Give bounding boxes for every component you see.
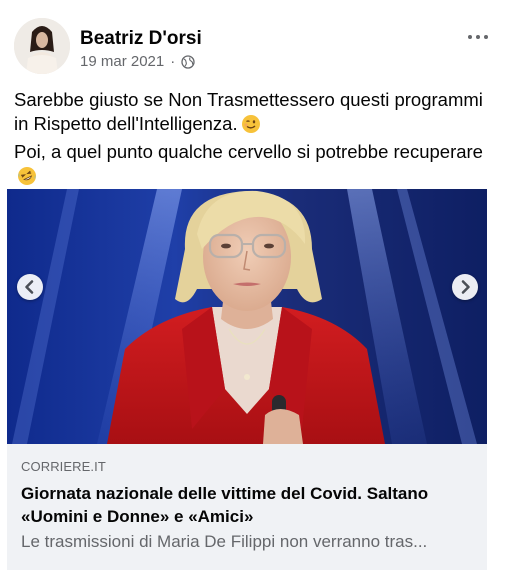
- link-domain: CORRIERE.IT: [21, 459, 106, 474]
- chevron-left-icon: [25, 280, 34, 294]
- author-name[interactable]: Beatriz D'orsi: [80, 28, 202, 50]
- link-preview[interactable]: CORRIERE.IT Giornata nazionale delle vit…: [7, 444, 487, 570]
- more-options-icon[interactable]: [466, 30, 490, 44]
- post-header: Beatriz D'orsi 19 mar 2021 ·: [14, 18, 504, 74]
- post-text: Sarebbe giusto se Non Trasmettessero que…: [14, 88, 494, 192]
- chevron-right-icon: [461, 280, 470, 294]
- link-description: Le trasmissioni di Maria De Filippi non …: [21, 532, 428, 551]
- next-photo-button[interactable]: [452, 274, 478, 300]
- facebook-post: Beatriz D'orsi 19 mar 2021 · Sarebbe giu…: [0, 0, 518, 579]
- meta-separator: ·: [170, 53, 176, 70]
- post-meta: 19 mar 2021 ·: [80, 53, 195, 70]
- avatar[interactable]: [14, 18, 70, 74]
- post-date[interactable]: 19 mar 2021: [80, 53, 164, 70]
- globe-icon: [181, 54, 195, 69]
- post-text-line-2: Poi, a quel punto qualche cervello si po…: [14, 140, 494, 192]
- link-title[interactable]: Giornata nazionale delle vittime del Cov…: [21, 482, 481, 528]
- previous-photo-button[interactable]: [17, 274, 43, 300]
- post-photo[interactable]: [7, 189, 487, 444]
- post-text-line-1: Sarebbe giusto se Non Trasmettessero que…: [14, 88, 494, 140]
- winking-face-emoji: [241, 114, 261, 140]
